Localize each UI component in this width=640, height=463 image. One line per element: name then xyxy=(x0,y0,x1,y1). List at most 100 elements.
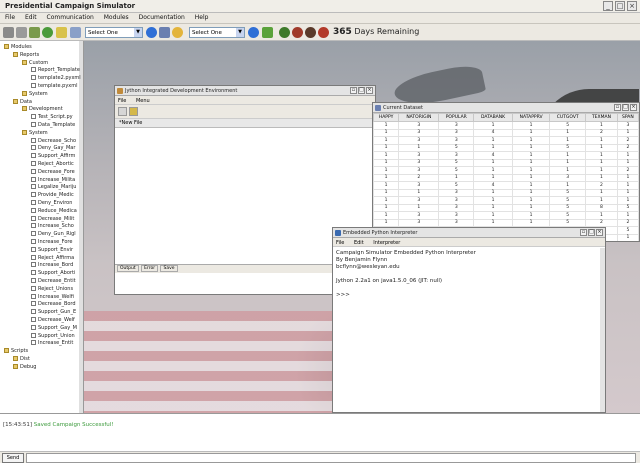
tree-file[interactable]: Reject_Affirma xyxy=(31,254,74,261)
table-cell[interactable]: 1 xyxy=(398,188,440,197)
table-cell[interactable]: 5 xyxy=(438,143,475,152)
tree-file[interactable]: Increase_Scho xyxy=(31,223,74,229)
table-cell[interactable]: 8 xyxy=(585,203,618,212)
table-cell[interactable]: 1 xyxy=(511,188,551,197)
table-cell[interactable]: 5 xyxy=(549,121,587,130)
table-cell[interactable]: 1 xyxy=(616,151,639,160)
table-cell[interactable]: 1 xyxy=(585,166,618,175)
tree-file[interactable]: Legalize_Mariju xyxy=(31,184,76,190)
table-cell[interactable]: 1 xyxy=(511,211,551,220)
table-cell[interactable]: 5 xyxy=(549,218,587,227)
table-cell[interactable]: 1 xyxy=(373,143,400,152)
new-file-icon[interactable] xyxy=(118,107,127,116)
table-cell[interactable]: 5 xyxy=(549,188,587,197)
table-cell[interactable]: 5 xyxy=(549,143,587,152)
table-row[interactable]: 13541121 xyxy=(373,181,639,190)
table-cell[interactable]: 1 xyxy=(373,173,400,182)
tree-folder[interactable]: Scripts xyxy=(4,348,28,354)
interpreter-scrollbar[interactable] xyxy=(600,248,605,412)
table-row[interactable]: 13511111 xyxy=(373,158,639,167)
tree-file[interactable]: Decrease_Scho xyxy=(31,137,76,144)
group-icon[interactable] xyxy=(305,27,316,38)
ide-menu-menu[interactable]: Menu xyxy=(136,98,150,104)
table-cell[interactable]: 1 xyxy=(438,173,475,182)
maximize-button[interactable]: □ xyxy=(615,1,625,11)
tree-file[interactable]: Support_Gun_E xyxy=(31,309,76,315)
table-cell[interactable]: 1 xyxy=(373,203,400,212)
table-cell[interactable]: 1 xyxy=(373,211,400,220)
table-cell[interactable]: 2 xyxy=(616,218,639,227)
send-input[interactable] xyxy=(26,453,636,463)
column-header[interactable]: NATORIGIN xyxy=(398,113,440,122)
table-cell[interactable]: 1 xyxy=(511,151,551,160)
table-row[interactable]: 13311112 xyxy=(373,136,639,145)
tree-file[interactable]: Support_Affirm xyxy=(31,153,75,159)
table-cell[interactable]: 1 xyxy=(585,211,618,220)
tree-folder[interactable]: Development xyxy=(22,106,63,112)
table-cell[interactable]: 1 xyxy=(616,233,639,241)
table-cell[interactable]: 1 xyxy=(511,218,551,227)
tree-folder[interactable]: Debug xyxy=(13,363,36,370)
tab-save[interactable]: Save xyxy=(160,265,178,272)
table-cell[interactable]: 1 xyxy=(549,158,587,167)
table-cell[interactable]: 1 xyxy=(373,181,400,190)
table-cell[interactable]: 5 xyxy=(438,181,475,190)
table-cell[interactable]: 1 xyxy=(585,158,618,167)
table-cell[interactable]: 2 xyxy=(616,143,639,152)
minimize-button[interactable]: _ xyxy=(603,1,613,11)
table-cell[interactable]: 1 xyxy=(511,128,551,137)
dataset-restore-button[interactable]: ▫ xyxy=(614,104,621,111)
table-cell[interactable]: 1 xyxy=(616,158,639,167)
table-cell[interactable]: 3 xyxy=(438,128,475,137)
table-row[interactable]: 13311511 xyxy=(373,196,639,205)
interpreter-close-button[interactable]: × xyxy=(596,229,603,236)
table-cell[interactable]: 1 xyxy=(585,173,618,182)
table-cell[interactable]: 1 xyxy=(511,136,551,145)
column-header[interactable]: TEXMAN xyxy=(585,113,618,122)
flag-icon[interactable] xyxy=(318,27,329,38)
interpreter-title-bar[interactable]: Embedded Python Interpreter ▫ □ × xyxy=(333,228,605,238)
table-cell[interactable]: 1 xyxy=(473,196,513,205)
table-cell[interactable]: 1 xyxy=(373,128,400,137)
table-cell[interactable]: 1 xyxy=(373,196,400,205)
table-cell[interactable]: 5 xyxy=(616,203,639,212)
table-cell[interactable]: 2 xyxy=(616,136,639,145)
tree-file[interactable]: template2.pyxml xyxy=(31,75,81,81)
table-cell[interactable]: 4 xyxy=(473,151,513,160)
tab-new-file[interactable]: *New File xyxy=(119,120,142,126)
tree-file[interactable]: Decrease_Fore xyxy=(31,168,75,175)
table-cell[interactable]: 1 xyxy=(585,196,618,205)
table-cell[interactable]: 2 xyxy=(585,218,618,227)
menu-help[interactable]: Help xyxy=(190,13,212,21)
table-row[interactable]: 13311513 xyxy=(373,121,639,130)
tab-error[interactable]: Error xyxy=(141,265,159,272)
table-cell[interactable]: 2 xyxy=(585,181,618,190)
tree-file[interactable]: Deny_Gun_Rigl xyxy=(31,231,76,237)
person-icon[interactable] xyxy=(279,27,290,38)
table-cell[interactable]: 1 xyxy=(585,136,618,145)
table-row[interactable]: 13311511 xyxy=(373,211,639,220)
table-cell[interactable]: 1 xyxy=(511,121,551,130)
table-cell[interactable]: 2 xyxy=(398,173,440,182)
settings-icon[interactable] xyxy=(70,27,81,38)
table-cell[interactable]: 1 xyxy=(616,128,639,137)
tree-scrollbar[interactable] xyxy=(79,41,83,413)
folder-icon[interactable] xyxy=(56,27,67,38)
folder-open-icon[interactable] xyxy=(172,27,183,38)
ide-title-bar[interactable]: Jython Integrated Development Environmen… xyxy=(115,86,375,96)
table-cell[interactable]: 1 xyxy=(373,188,400,197)
tree-file[interactable]: Deny_Environ xyxy=(31,200,72,206)
column-header[interactable]: SPAN xyxy=(616,113,639,122)
table-cell[interactable]: 3 xyxy=(398,128,440,137)
close-button[interactable]: × xyxy=(627,1,637,11)
table-cell[interactable]: 2 xyxy=(585,128,618,137)
search-icon[interactable] xyxy=(159,27,170,38)
table-cell[interactable]: 3 xyxy=(398,211,440,220)
dataset-table[interactable]: HAPPY NATORIGIN POPULAR DATABANK NATAPPRV CUT… xyxy=(373,113,639,241)
dataset-maximize-button[interactable]: □ xyxy=(622,104,629,111)
tree-file[interactable]: Support_Envir xyxy=(31,246,73,253)
table-cell[interactable]: 3 xyxy=(398,196,440,205)
module-select-2[interactable]: Select One ▼ xyxy=(189,27,245,38)
tree-file[interactable]: Support_Aborti xyxy=(31,270,75,276)
table-row[interactable]: 11511512 xyxy=(373,143,639,152)
